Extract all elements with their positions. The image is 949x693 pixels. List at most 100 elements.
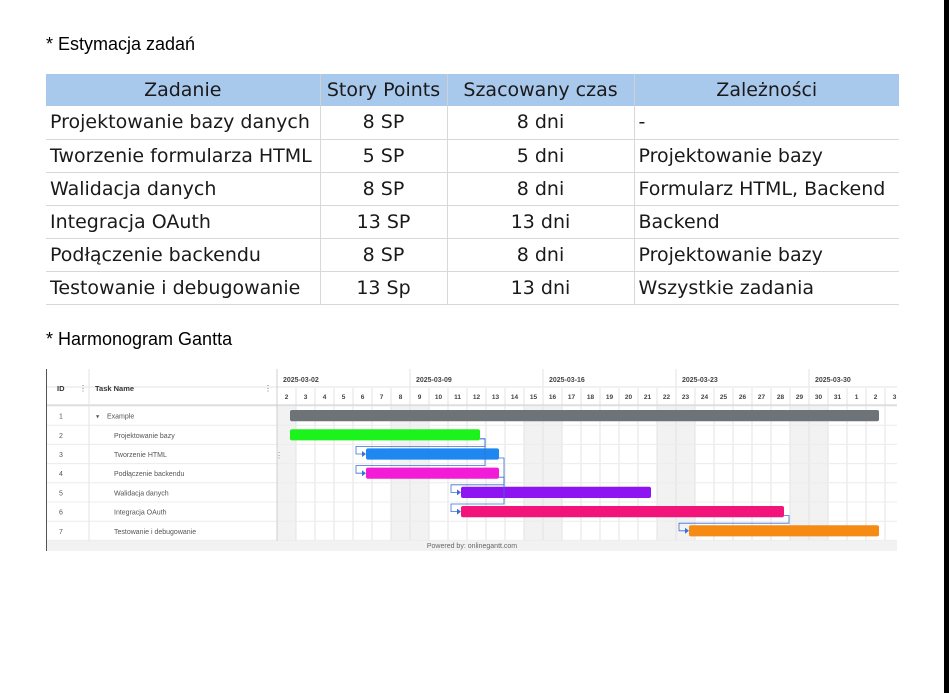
gantt-task-id: 1 (59, 414, 63, 421)
gantt-day-label: 1 (855, 394, 859, 401)
cell-story-points: 5 SP (320, 139, 448, 173)
gantt-task-name: Integracja OAuth (114, 510, 167, 517)
gantt-day-label: 21 (644, 394, 652, 401)
cell-story-points: 13 Sp (320, 271, 448, 305)
cell-dependencies: Projektowanie bazy (634, 238, 899, 272)
estimation-table: Zadanie Story Points Szacowany czas Zale… (46, 74, 899, 305)
cell-estimated-time: 5 dni (447, 139, 635, 173)
gantt-week-label: 2025-03-02 (283, 377, 319, 384)
gantt-footer: Powered by: onlinegantt.com (427, 543, 517, 550)
column-menu-icon: ⋮ (79, 384, 87, 393)
gantt-day-label: 2 (874, 394, 878, 401)
gantt-week-label: 2025-03-16 (549, 377, 585, 384)
gantt-day-label: 3 (893, 394, 897, 401)
gantt-day-label: 15 (530, 394, 538, 401)
table-row: Testowanie i debugowanie 13 Sp 13 dni Ws… (46, 271, 899, 305)
cell-task: Walidacja danych (46, 172, 321, 206)
header-estimated-time: Szacowany czas (447, 74, 635, 106)
gantt-week-label: 2025-03-23 (682, 377, 718, 384)
gantt-day-label: 6 (361, 394, 365, 401)
cell-story-points: 8 SP (320, 172, 448, 206)
cell-story-points: 8 SP (320, 106, 448, 140)
estimation-header-row: Zadanie Story Points Szacowany czas Zale… (46, 74, 899, 106)
gantt-day-label: 2 (285, 394, 289, 401)
cell-task: Projektowanie bazy danych (46, 106, 321, 140)
gantt-col-id: ID (57, 384, 65, 393)
gantt-day-label: 30 (815, 394, 823, 401)
table-row: Integracja OAuth 13 SP 13 dni Backend (46, 205, 899, 239)
cell-dependencies: Projektowanie bazy (634, 139, 899, 173)
resize-handle-icon: ⋮ (275, 451, 283, 460)
gantt-day-label: 31 (834, 394, 842, 401)
gantt-day-label: 13 (492, 394, 500, 401)
gantt-bar (366, 448, 499, 460)
gantt-bar (461, 506, 784, 518)
gantt-bar (290, 410, 879, 422)
gantt-bar (689, 525, 879, 537)
cell-estimated-time: 8 dni (447, 172, 635, 206)
gantt-day-label: 11 (454, 394, 461, 401)
table-row: Tworzenie formularza HTML 5 SP 5 dni Pro… (46, 139, 899, 173)
gantt-day-label: 3 (304, 394, 308, 401)
cell-task: Podłączenie backendu (46, 238, 321, 272)
table-row: Podłączenie backendu 8 SP 8 dni Projekto… (46, 238, 899, 272)
cell-estimated-time: 13 dni (447, 271, 635, 305)
cell-task: Integracja OAuth (46, 205, 321, 239)
gantt-day-label: 17 (568, 394, 576, 401)
gantt-day-label: 29 (796, 394, 804, 401)
cell-story-points: 13 SP (320, 205, 448, 239)
gantt-bar (461, 486, 651, 498)
cell-estimated-time: 8 dni (447, 238, 635, 272)
gantt-day-label: 19 (606, 394, 614, 401)
cell-story-points: 8 SP (320, 238, 448, 272)
gantt-task-name: Podłączenie backendu (114, 471, 185, 478)
cell-dependencies: Backend (634, 205, 899, 239)
table-row: Walidacja danych 8 SP 8 dni Formularz HT… (46, 172, 899, 206)
gantt-day-label: 12 (473, 394, 481, 401)
gantt-task-id: 3 (59, 452, 63, 459)
gantt-day-label: 5 (342, 394, 346, 401)
gantt-bar (366, 467, 499, 479)
gantt-bar (290, 429, 480, 441)
gantt-day-label: 24 (701, 394, 709, 401)
cell-dependencies: - (634, 106, 899, 140)
gantt-week-label: 2025-03-09 (416, 377, 452, 384)
page-edge-bar (944, 0, 949, 693)
gantt-task-id: 5 (59, 490, 63, 497)
cell-dependencies: Wszystkie zadania (634, 271, 899, 305)
gantt-day-label: 22 (663, 394, 671, 401)
gantt-chart: ID ⋮ Task Name ⋮ ⋮ 2025-03-02 2025-03-09 2025-0… (46, 369, 897, 551)
gantt-col-task: Task Name (95, 384, 134, 393)
gantt-day-label: 28 (777, 394, 785, 401)
gantt-day-label: 7 (380, 394, 384, 401)
header-story-points: Story Points (320, 74, 448, 106)
column-menu-icon: ⋮ (264, 384, 272, 393)
gantt-svg: ID ⋮ Task Name ⋮ ⋮ 2025-03-02 2025-03-09 2025-0… (47, 369, 897, 551)
gantt-day-label: 10 (435, 394, 443, 401)
gantt-task-name: Walidacja danych (114, 490, 169, 497)
gantt-task-name: Example (107, 414, 134, 421)
cell-estimated-time: 8 dni (447, 106, 635, 140)
header-task: Zadanie (46, 74, 321, 106)
gantt-day-label: 14 (511, 394, 519, 401)
gantt-task-name: Tworzenie HTML (114, 452, 167, 459)
gantt-day-label: 16 (549, 394, 557, 401)
gantt-week-label: 2025-03-30 (815, 377, 851, 384)
table-row: Projektowanie bazy danych 8 SP 8 dni - (46, 106, 899, 140)
header-dependencies: Zależności (634, 74, 899, 106)
gantt-task-name: Projektowanie bazy (114, 433, 175, 440)
gantt-day-label: 4 (323, 394, 327, 401)
gantt-task-id: 2 (59, 433, 63, 440)
cell-task: Tworzenie formularza HTML (46, 139, 321, 173)
gantt-day-label: 20 (625, 394, 633, 401)
gantt-day-label: 27 (758, 394, 766, 401)
cell-task: Testowanie i debugowanie (46, 271, 321, 305)
gantt-day-label: 23 (682, 394, 690, 401)
gantt-task-name: Testowanie i debugowanie (114, 529, 196, 536)
cell-estimated-time: 13 dni (447, 205, 635, 239)
gantt-day-label: 8 (399, 394, 403, 401)
gantt-day-label: 25 (720, 394, 728, 401)
gantt-day-label: 9 (418, 394, 422, 401)
gantt-task-id: 4 (59, 471, 63, 478)
gantt-day-label: 18 (587, 394, 595, 401)
